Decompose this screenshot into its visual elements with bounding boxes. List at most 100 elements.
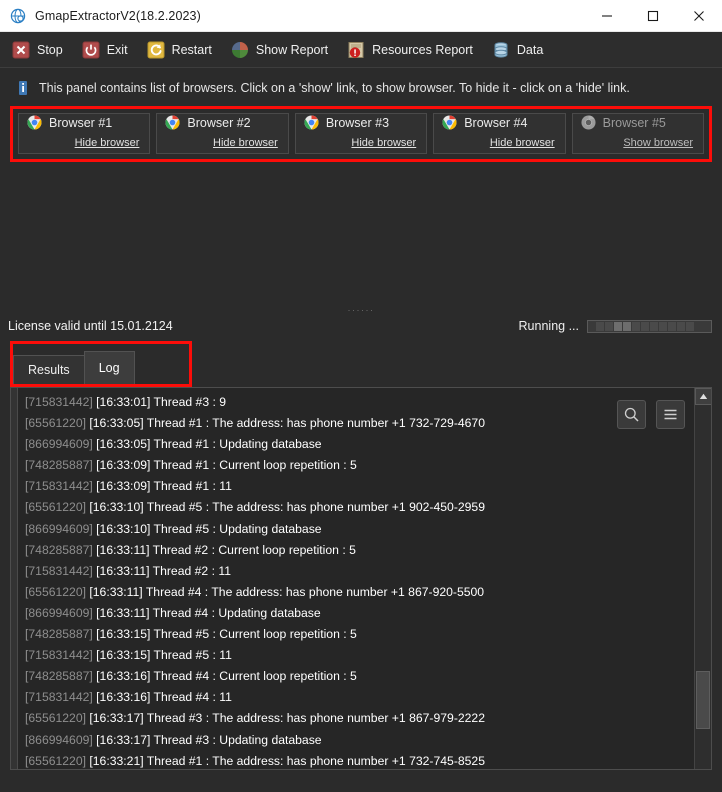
log-line-id: [715831442] — [25, 563, 93, 578]
resources-report-button-label: Resources Report — [372, 42, 473, 57]
browser-card-2-link-row: Hide browser — [165, 133, 279, 151]
show-report-button-label: Show Report — [255, 42, 329, 57]
hamburger-menu-icon — [662, 406, 679, 423]
status-bar: License valid until 15.01.2124 Running .… — [0, 315, 722, 337]
stop-button[interactable]: Stop — [8, 36, 72, 64]
browser-card-3-header: Browser #3 — [304, 115, 418, 130]
minimize-button[interactable] — [584, 0, 630, 32]
log-menu-button[interactable] — [656, 400, 685, 429]
log-line: [715831442] [16:33:09] Thread #1 : 11 — [19, 476, 693, 497]
stop-button-label: Stop — [37, 42, 63, 57]
stop-x-icon — [12, 41, 30, 59]
scroll-up-arrow-icon[interactable] — [695, 388, 711, 405]
progress-chunk — [623, 321, 631, 331]
browser-card-2-header: Browser #2 — [165, 115, 279, 130]
browser-card-5[interactable]: Browser #5 Show browser — [571, 113, 705, 154]
log-line-id: [748285887] — [25, 627, 93, 642]
restart-button-label: Restart — [171, 42, 212, 57]
log-panel: [715831442] [16:33:01] Thread #3 : 9 [65… — [10, 387, 712, 770]
hide-browser-link-4[interactable]: Hide browser — [490, 137, 555, 149]
log-line: [748285887] [16:33:16] Thread #4 : Curre… — [19, 666, 693, 687]
hide-browser-link-2[interactable]: Hide browser — [213, 137, 278, 149]
log-line: [866994609] [16:33:11] Thread #4 : Updat… — [19, 603, 693, 624]
window-title-bar: GmapExtractorV2(18.2.2023) — [0, 0, 722, 32]
resources-report-button[interactable]: Resources Report — [343, 36, 482, 64]
browser-card-4[interactable]: Browser #4 Hide browser — [433, 113, 566, 154]
progress-chunk — [695, 322, 701, 331]
alert-document-icon — [347, 41, 365, 59]
log-line-id: [748285887] — [25, 542, 93, 557]
log-line-text: [16:33:05] Thread #1 : The address: has … — [89, 416, 485, 431]
log-line-id: [866994609] — [25, 732, 93, 747]
log-line-text: [16:33:09] Thread #1 : 11 — [96, 479, 232, 494]
browser-card-3-link-row: Hide browser — [304, 133, 418, 151]
log-line-id: [65561220] — [25, 500, 86, 515]
progress-chunk — [650, 321, 658, 331]
log-line: [65561220] [16:33:05] Thread #1 : The ad… — [19, 413, 693, 434]
exit-button-label: Exit — [106, 42, 128, 57]
tab-results-label: Results — [28, 363, 70, 377]
empty-content-area — [0, 162, 722, 305]
exit-button[interactable]: Exit — [78, 36, 137, 64]
log-line-text: [16:33:11] Thread #4 : The address: has … — [89, 584, 485, 599]
hide-browser-link-1[interactable]: Hide browser — [75, 137, 140, 149]
panel-splitter[interactable]: ······ — [0, 305, 722, 315]
maximize-button[interactable] — [630, 0, 676, 32]
browser-card-4-link-row: Hide browser — [442, 133, 556, 151]
log-line-id: [715831442] — [25, 479, 93, 494]
log-line: [866994609] [16:33:05] Thread #1 : Updat… — [19, 434, 693, 455]
globe-icon — [10, 8, 26, 24]
log-line-text: [16:33:15] Thread #5 : Current loop repe… — [96, 627, 357, 642]
show-report-button[interactable]: Show Report — [227, 36, 337, 64]
log-scrollbar[interactable] — [694, 388, 711, 769]
log-line: [65561220] [16:33:11] Thread #4 : The ad… — [19, 582, 693, 603]
browsers-info-text: This panel contains list of browsers. Cl… — [39, 81, 630, 95]
log-line-id: [748285887] — [25, 669, 93, 684]
browser-card-1-header: Browser #1 — [27, 115, 141, 130]
info-icon — [16, 80, 30, 96]
log-line-text: [16:33:10] Thread #5 : The address: has … — [89, 500, 485, 515]
log-line-id: [715831442] — [25, 648, 93, 663]
browser-card-1-link-row: Hide browser — [27, 133, 141, 151]
chrome-icon-disabled — [581, 115, 596, 130]
progress-chunk — [632, 321, 640, 331]
chrome-icon — [304, 115, 319, 130]
browsers-info-row: This panel contains list of browsers. Cl… — [0, 68, 722, 106]
log-line-text: [16:33:16] Thread #4 : Current loop repe… — [96, 669, 357, 684]
restart-button[interactable]: Restart — [143, 36, 221, 64]
log-line-text: [16:33:09] Thread #1 : Current loop repe… — [96, 458, 357, 473]
log-search-button[interactable] — [617, 400, 646, 429]
running-status-text: Running ... — [518, 319, 579, 333]
progress-chunk — [641, 321, 649, 331]
search-icon — [623, 406, 640, 423]
chrome-icon — [442, 115, 457, 130]
close-button[interactable] — [676, 0, 722, 32]
progress-chunk — [605, 321, 613, 331]
log-lines-container[interactable]: [715831442] [16:33:01] Thread #3 : 9 [65… — [11, 388, 693, 769]
tab-log[interactable]: Log — [83, 351, 135, 384]
show-browser-link-5[interactable]: Show browser — [623, 137, 693, 149]
log-line: [866994609] [16:33:10] Thread #5 : Updat… — [19, 519, 693, 540]
main-toolbar: Stop Exit Restart Show Report Resources … — [0, 32, 722, 68]
scrollbar-thumb[interactable] — [696, 671, 710, 729]
data-button-label: Data — [516, 42, 544, 57]
log-line-id: [65561220] — [25, 416, 86, 431]
log-line: [715831442] [16:33:15] Thread #5 : 11 — [19, 645, 693, 666]
bottom-tabs: Results Log — [10, 341, 192, 387]
browser-card-3[interactable]: Browser #3 Hide browser — [294, 113, 428, 154]
log-line: [748285887] [16:33:11] Thread #2 : Curre… — [19, 540, 693, 561]
log-line-id: [866994609] — [25, 521, 93, 536]
progress-bar — [587, 319, 712, 333]
data-button[interactable]: Data — [488, 36, 552, 64]
browser-card-5-link-row: Show browser — [581, 133, 695, 151]
log-line-id: [65561220] — [25, 584, 86, 599]
log-line: [715831442] [16:33:16] Thread #4 : 11 — [19, 687, 693, 708]
log-line: [748285887] [16:33:15] Thread #5 : Curre… — [19, 624, 693, 645]
log-line-id: [715831442] — [25, 395, 93, 409]
tab-results[interactable]: Results — [13, 355, 85, 384]
log-line-text: [16:33:11] Thread #4 : Updating database — [96, 605, 321, 620]
browser-card-2[interactable]: Browser #2 Hide browser — [156, 113, 289, 154]
browser-card-1[interactable]: Browser #1 Hide browser — [18, 113, 151, 154]
progress-chunk — [614, 321, 622, 331]
hide-browser-link-3[interactable]: Hide browser — [351, 137, 416, 149]
